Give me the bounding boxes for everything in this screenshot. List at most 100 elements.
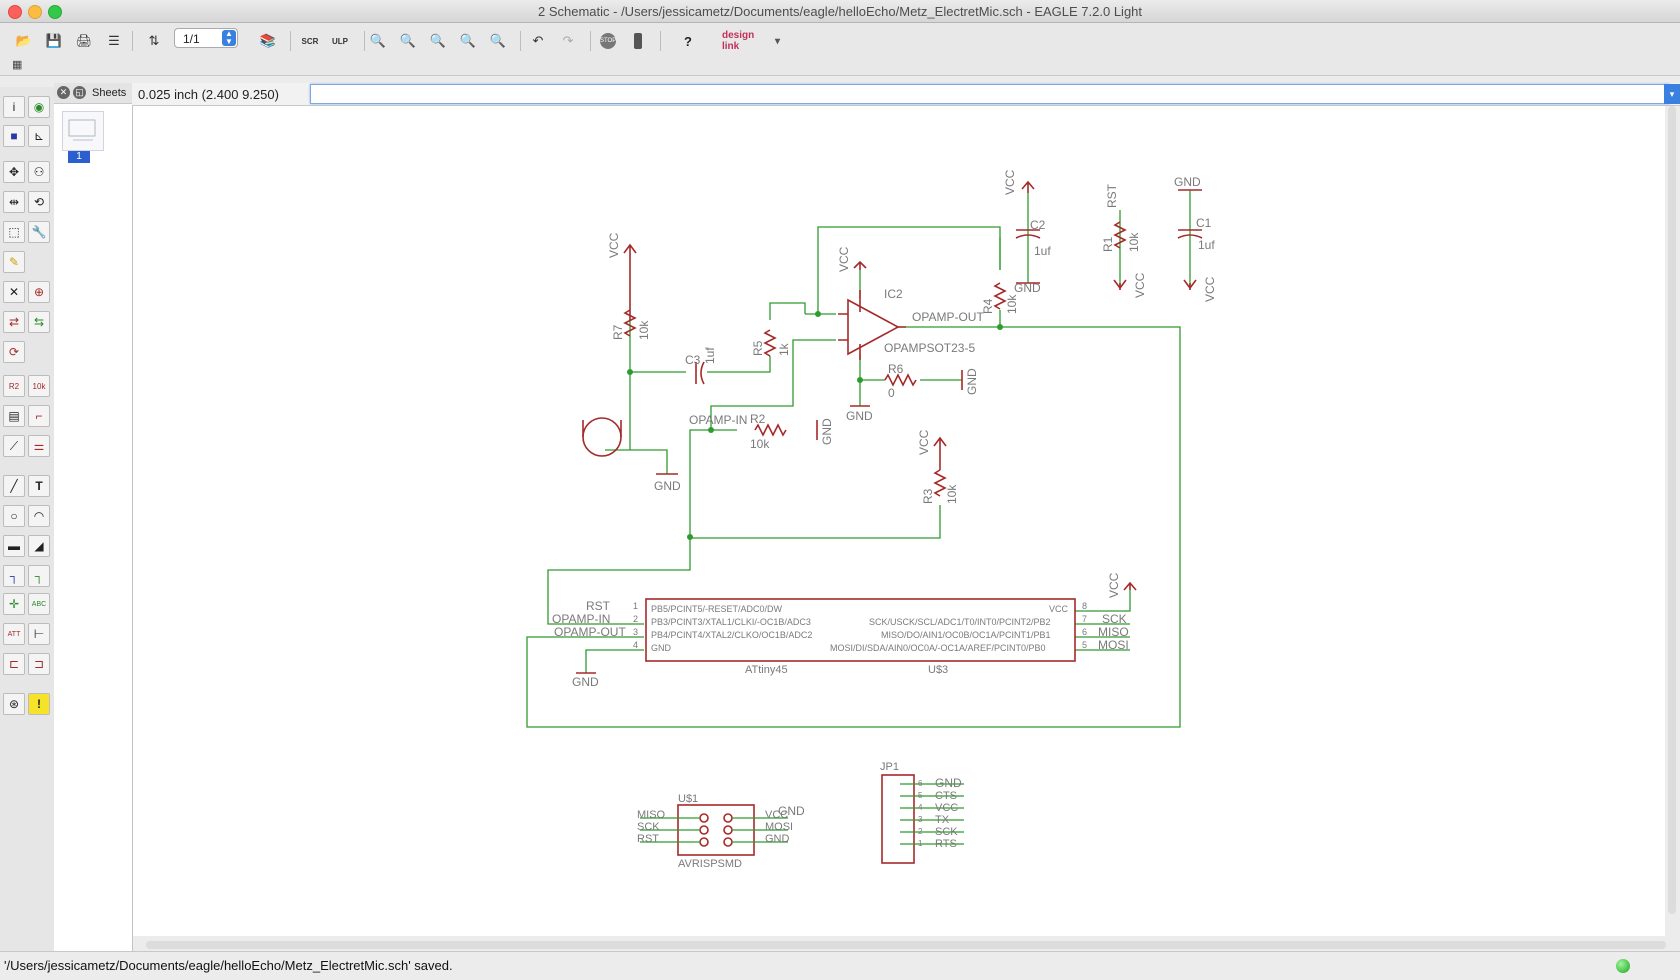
zoom-out-icon[interactable]: 🔍 xyxy=(426,30,450,52)
errors-icon[interactable]: ! xyxy=(28,693,50,715)
attribute-icon[interactable]: ATT xyxy=(3,623,25,645)
gnd-label: GND xyxy=(1014,281,1041,295)
junction-icon[interactable]: ✛ xyxy=(3,593,25,615)
r2-label: R2 xyxy=(750,412,766,426)
sheet-select[interactable]: 1/1 ▲ ▼ xyxy=(174,28,238,48)
net-icon[interactable]: ┐ xyxy=(28,565,50,587)
frame-icon[interactable]: ⊏ xyxy=(3,653,25,675)
change-icon[interactable]: 🔧 xyxy=(28,221,50,243)
replace-icon[interactable]: ⟳ xyxy=(3,341,25,363)
gnd-label: GND xyxy=(820,418,834,445)
r7-value: 10k xyxy=(637,320,651,340)
command-history-dropdown[interactable]: ▾ xyxy=(1664,84,1680,104)
ic2-label: IC2 xyxy=(884,287,903,301)
use-library-icon[interactable]: 📚 xyxy=(256,30,280,52)
save-icon[interactable]: 💾 xyxy=(42,30,66,52)
polygon-icon[interactable]: ◢ xyxy=(28,535,50,557)
toolbar-divider xyxy=(590,31,591,51)
cam-icon[interactable]: ☰ xyxy=(102,30,126,52)
isp-sck: SCK xyxy=(637,821,660,833)
go-icon[interactable] xyxy=(626,30,650,52)
redo-icon[interactable]: ↷ xyxy=(556,30,580,52)
sheets-panel: ✕ ◱ Sheets 1 xyxy=(54,83,133,951)
mosi-net-label: MOSI xyxy=(1098,638,1129,652)
smash-icon[interactable]: ▤ xyxy=(3,405,25,427)
c3-value: 1uf xyxy=(703,347,717,364)
invoke-icon[interactable]: ⚌ xyxy=(28,435,50,457)
undo-icon[interactable]: ↶ xyxy=(526,30,550,52)
move-icon[interactable]: ✥ xyxy=(3,161,25,183)
ulp-icon[interactable]: ULP xyxy=(328,30,352,52)
isp-rst: RST xyxy=(637,833,659,845)
switch-board-icon[interactable]: ⇅ xyxy=(142,30,166,52)
jp1-tx: TX xyxy=(935,814,950,826)
toolbar-divider xyxy=(290,31,291,51)
zoom-select-icon[interactable]: 🔍 xyxy=(486,30,510,52)
wire-icon[interactable]: ╱ xyxy=(3,475,25,497)
grid-icon[interactable]: ▦ xyxy=(12,58,34,72)
dimension-icon[interactable]: ⊢ xyxy=(28,623,50,645)
schematic-drawing: VCC VCC VCC VCC VCC VCC VCC RST GND GND … xyxy=(526,169,1217,870)
vcc-label: VCC xyxy=(837,246,851,272)
help-icon[interactable]: ? xyxy=(676,30,700,52)
copy-icon[interactable]: ⚇ xyxy=(28,161,50,183)
vertical-scrollbar[interactable] xyxy=(1668,106,1676,914)
paste-icon[interactable]: ✎ xyxy=(3,251,25,273)
toolbar-divider xyxy=(364,31,365,51)
sheet-number[interactable]: 1 xyxy=(68,151,90,163)
zoom-in-icon[interactable]: 🔍 xyxy=(396,30,420,52)
erc-icon[interactable]: ⊛ xyxy=(3,693,25,715)
print-icon[interactable]: 🖨 xyxy=(72,30,96,52)
pinswap-icon[interactable]: ⇄ xyxy=(3,311,25,333)
delete-icon[interactable]: ✕ xyxy=(3,281,25,303)
pin-number: 6 xyxy=(1082,627,1087,637)
close-icon[interactable]: ✕ xyxy=(57,86,70,99)
display-icon[interactable]: ■ xyxy=(3,125,25,147)
schematic-canvas[interactable]: VCC VCC VCC VCC VCC VCC VCC RST GND GND … xyxy=(133,106,1665,936)
ic-pin-pb1: MISO/DO/AIN1/OC0B/OC1A/PCINT1/PB1 xyxy=(881,630,1051,640)
bus-icon[interactable]: ┐ xyxy=(3,565,25,587)
sheet-thumbnail[interactable] xyxy=(62,111,104,151)
circle-icon[interactable]: ○ xyxy=(3,505,25,527)
gateswap-icon[interactable]: ⇆ xyxy=(28,311,50,333)
mark-icon[interactable]: ⊾ xyxy=(28,125,50,147)
isp-miso: MISO xyxy=(637,809,666,821)
zoom-fit-icon[interactable]: 🔍 xyxy=(366,30,390,52)
avr-label: AVRISPSMD xyxy=(678,858,742,870)
script-icon[interactable]: SCR xyxy=(298,30,322,52)
part-labels: ATtiny45 U$3 U$1 AVRISPSMD JP1 MISO SCK … xyxy=(637,664,958,870)
r4-value: 10k xyxy=(1005,294,1019,314)
c1-label: C1 xyxy=(1196,216,1212,230)
isp-mosi: MOSI xyxy=(765,821,793,833)
ic-pin-pb3: PB3/PCINT3/XTAL1/CLKI/-OC1B/ADC3 xyxy=(651,617,811,627)
open-icon[interactable]: 📂 xyxy=(12,30,36,52)
mirror-icon[interactable]: ⇹ xyxy=(3,191,25,213)
miter-icon[interactable]: ⌐ xyxy=(28,405,50,427)
command-line-input[interactable] xyxy=(310,84,1670,104)
toolbar-divider xyxy=(660,31,661,51)
horizontal-scrollbar[interactable] xyxy=(146,941,1666,949)
rect-icon[interactable]: ▬ xyxy=(3,535,25,557)
svg-text:2: 2 xyxy=(918,827,923,836)
zoom-redraw-icon[interactable]: 🔍 xyxy=(456,30,480,52)
rotate-icon[interactable]: ⟲ xyxy=(28,191,50,213)
show-icon[interactable]: ◉ xyxy=(28,96,50,118)
text-icon[interactable]: T xyxy=(28,475,50,497)
ic-pin-labels: PB5/PCINT5/-RESET/ADC0/DW PB3/PCINT3/XTA… xyxy=(633,601,1087,653)
jp1-rts: RTS xyxy=(935,838,957,850)
group-icon[interactable]: ⬚ xyxy=(3,221,25,243)
info-icon[interactable]: i xyxy=(3,96,25,118)
name-icon[interactable]: R2 xyxy=(3,375,25,397)
split-icon[interactable]: ⟋ xyxy=(3,435,25,457)
stop-icon[interactable]: STOP xyxy=(596,30,620,52)
r5-value: 1k xyxy=(777,342,791,356)
title-bar: 2 Schematic - /Users/jessicametz/Documen… xyxy=(0,0,1680,23)
add-icon[interactable]: ⊕ xyxy=(28,281,50,303)
arc-icon[interactable]: ◠ xyxy=(28,505,50,527)
label-icon[interactable]: ABC xyxy=(28,593,50,615)
frame2-icon[interactable]: ⊐ xyxy=(28,653,50,675)
sheets-label: Sheets xyxy=(92,87,127,99)
value-icon[interactable]: 10k xyxy=(28,375,50,397)
designlink-button[interactable]: design link ▾ xyxy=(722,30,780,52)
detach-icon[interactable]: ◱ xyxy=(73,86,86,99)
